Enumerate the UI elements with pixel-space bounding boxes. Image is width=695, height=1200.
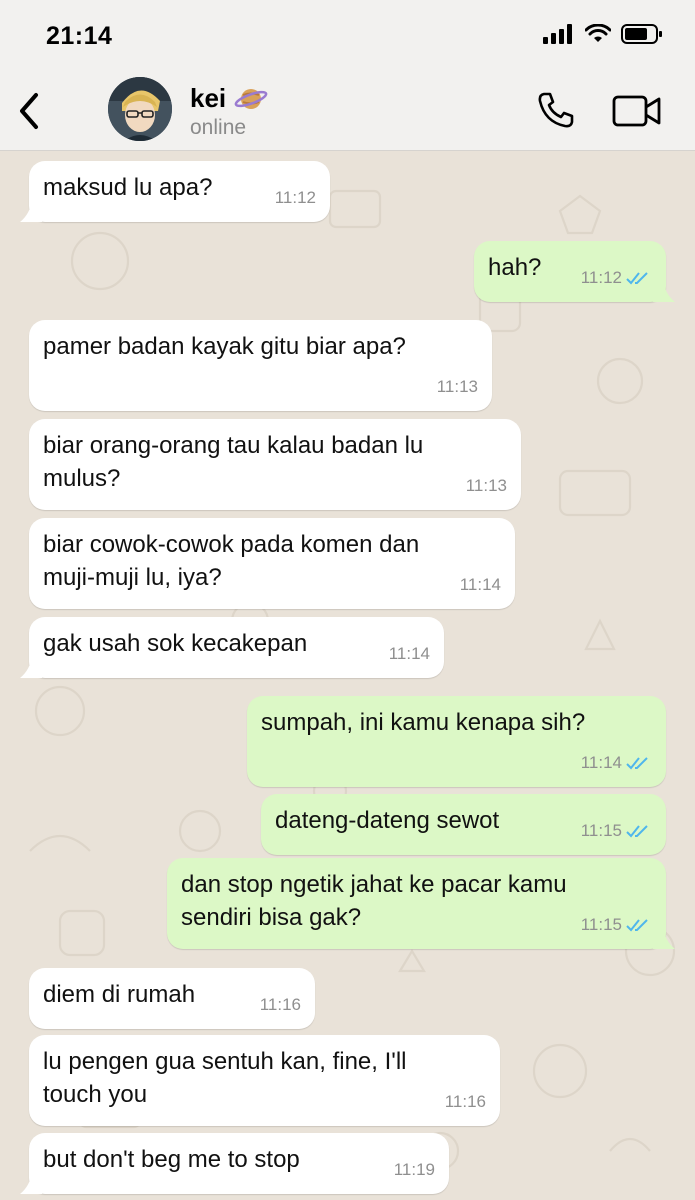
message-meta: 11:12 — [581, 261, 652, 294]
chat-area[interactable]: maksud lu apa? 11:12 hah? 11:12 pamer ba… — [0, 151, 695, 1200]
message-bubble-incoming[interactable]: lu pengen gua sentuh kan, fine, I'll tou… — [29, 1035, 500, 1126]
message-meta: 11:13 — [466, 469, 507, 502]
message-bubble-incoming[interactable]: pamer badan kayak gitu biar apa? 11:13 — [29, 320, 492, 411]
message-bubble-incoming[interactable]: maksud lu apa? 11:12 — [20, 161, 330, 222]
status-icons — [543, 24, 663, 44]
message-text: sumpah, ini kamu kenapa sih? — [261, 709, 586, 736]
message-time: 11:14 — [388, 644, 430, 663]
message-time: 11:13 — [465, 476, 507, 495]
bubble-tail — [653, 280, 675, 302]
read-receipt-icon — [626, 756, 648, 769]
message-meta: 11:16 — [445, 1085, 486, 1118]
message-meta: 11:14 — [581, 746, 652, 779]
message-meta: 11:13 — [437, 370, 478, 403]
message-text: but don't beg me to stop — [43, 1146, 300, 1173]
read-receipt-icon — [626, 271, 648, 284]
message-meta: 11:19 — [394, 1153, 435, 1186]
message-time: 11:12 — [274, 188, 316, 207]
message-time: 11:15 — [580, 915, 622, 934]
voice-call-button[interactable] — [536, 90, 576, 130]
battery-icon — [621, 24, 662, 44]
message-time: 11:19 — [393, 1160, 435, 1179]
bubble-tail — [20, 200, 42, 222]
read-receipt-icon — [626, 918, 648, 931]
bubble-tail — [20, 656, 42, 678]
planet-emoji-icon — [234, 88, 268, 109]
message-time: 11:12 — [580, 268, 622, 287]
message-time: 11:13 — [436, 377, 478, 396]
message-bubble-outgoing[interactable]: dateng-dateng sewot 11:15 — [261, 794, 666, 855]
message-bubble-incoming[interactable]: gak usah sok kecakepan 11:14 — [20, 617, 444, 678]
avatar[interactable] — [108, 77, 172, 141]
message-time: 11:16 — [444, 1092, 486, 1111]
message-bubble-outgoing[interactable]: sumpah, ini kamu kenapa sih? 11:14 — [247, 696, 666, 787]
bubble-tail — [653, 927, 675, 949]
message-bubble-incoming[interactable]: diem di rumah 11:16 — [29, 968, 315, 1029]
video-call-button[interactable] — [612, 94, 662, 128]
message-bubble-incoming[interactable]: biar cowok-cowok pada komen dan muji-muj… — [29, 518, 515, 609]
message-time: 11:14 — [580, 753, 622, 772]
status-time: 21:14 — [46, 22, 113, 50]
message-text: pamer badan kayak gitu biar apa? — [43, 333, 406, 360]
message-text: biar cowok-cowok pada komen dan muji-muj… — [43, 531, 420, 591]
chat-header: kei online — [0, 72, 695, 151]
contact-status: online — [190, 116, 247, 139]
back-button[interactable] — [14, 90, 44, 132]
contact-name-row[interactable]: kei — [190, 83, 268, 114]
message-time: 11:14 — [459, 575, 501, 594]
contact-name: kei — [190, 83, 227, 113]
avatar-image — [108, 77, 172, 141]
message-time: 11:16 — [259, 995, 301, 1014]
message-meta: 11:14 — [460, 568, 501, 601]
message-meta: 11:16 — [260, 988, 301, 1021]
message-meta: 11:14 — [389, 637, 430, 670]
message-bubble-outgoing[interactable]: dan stop ngetik jahat ke pacar kamu send… — [167, 858, 675, 949]
cellular-signal-icon — [543, 24, 572, 44]
message-time: 11:15 — [580, 821, 622, 840]
message-bubble-outgoing[interactable]: hah? 11:12 — [474, 241, 675, 302]
message-meta: 11:15 — [581, 908, 652, 941]
message-text: lu pengen gua sentuh kan, fine, I'll tou… — [43, 1048, 407, 1108]
wifi-icon — [585, 24, 611, 42]
message-text: biar orang-orang tau kalau badan lu mulu… — [43, 432, 424, 492]
message-bubble-incoming[interactable]: biar orang-orang tau kalau badan lu mulu… — [29, 419, 521, 510]
message-bubble-incoming[interactable]: but don't beg me to stop 11:19 — [20, 1133, 449, 1194]
message-meta: 11:15 — [581, 814, 652, 847]
message-text: gak usah sok kecakepan — [43, 630, 308, 657]
message-meta: 11:12 — [275, 181, 316, 214]
read-receipt-icon — [626, 824, 648, 837]
status-bar: 21:14 — [0, 0, 695, 72]
bubble-tail — [20, 1172, 42, 1194]
